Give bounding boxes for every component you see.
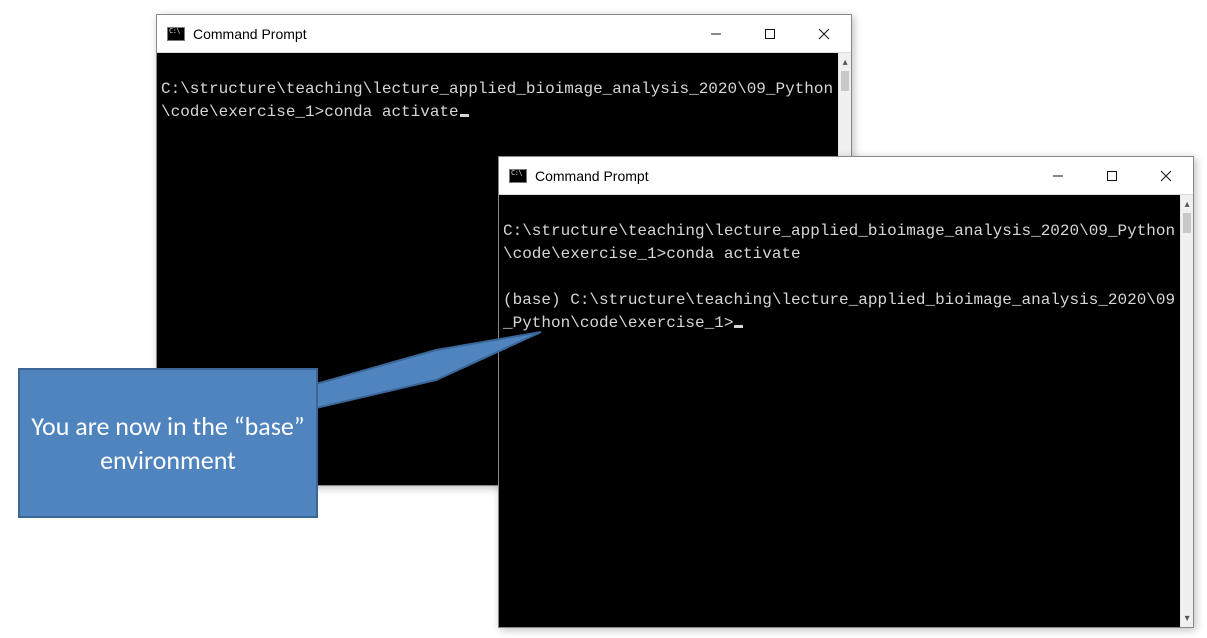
- scroll-up-icon[interactable]: ▴: [1181, 195, 1193, 213]
- callout-text: You are now in the “base” environment: [30, 409, 306, 478]
- vertical-scrollbar[interactable]: ▴ ▾: [1180, 195, 1193, 627]
- window-title: Command Prompt: [193, 26, 689, 42]
- close-icon: [1160, 170, 1172, 182]
- cursor-icon: [734, 325, 743, 328]
- close-button[interactable]: [797, 15, 851, 52]
- maximize-button[interactable]: [743, 15, 797, 52]
- terminal-line: (base) C:\structure\teaching\lecture_app…: [503, 291, 1175, 332]
- cmd-icon: [167, 27, 185, 41]
- minimize-icon: [710, 28, 722, 40]
- command-prompt-window-2: Command Prompt C:\structure\teaching\lec…: [498, 156, 1194, 628]
- titlebar[interactable]: Command Prompt: [157, 15, 851, 53]
- scroll-thumb[interactable]: [1183, 213, 1191, 233]
- maximize-button[interactable]: [1085, 157, 1139, 194]
- window-title: Command Prompt: [535, 168, 1031, 184]
- terminal-line: C:\structure\teaching\lecture_applied_bi…: [503, 222, 1175, 263]
- terminal-output[interactable]: C:\structure\teaching\lecture_applied_bi…: [499, 195, 1180, 627]
- scroll-up-icon[interactable]: ▴: [839, 53, 851, 71]
- terminal-line: C:\structure\teaching\lecture_applied_bi…: [161, 80, 833, 121]
- scroll-track[interactable]: [1181, 233, 1193, 609]
- maximize-icon: [764, 28, 776, 40]
- titlebar[interactable]: Command Prompt: [499, 157, 1193, 195]
- close-icon: [818, 28, 830, 40]
- maximize-icon: [1106, 170, 1118, 182]
- close-button[interactable]: [1139, 157, 1193, 194]
- cmd-icon: [509, 169, 527, 183]
- callout-arrow-icon: [316, 330, 546, 410]
- window-controls: [689, 15, 851, 52]
- minimize-button[interactable]: [1031, 157, 1085, 194]
- annotation-callout: You are now in the “base” environment: [18, 368, 318, 518]
- window-controls: [1031, 157, 1193, 194]
- cursor-icon: [460, 114, 469, 117]
- minimize-icon: [1052, 170, 1064, 182]
- terminal-area: C:\structure\teaching\lecture_applied_bi…: [499, 195, 1193, 627]
- scroll-down-icon[interactable]: ▾: [1181, 609, 1193, 627]
- scroll-thumb[interactable]: [841, 71, 849, 91]
- minimize-button[interactable]: [689, 15, 743, 52]
